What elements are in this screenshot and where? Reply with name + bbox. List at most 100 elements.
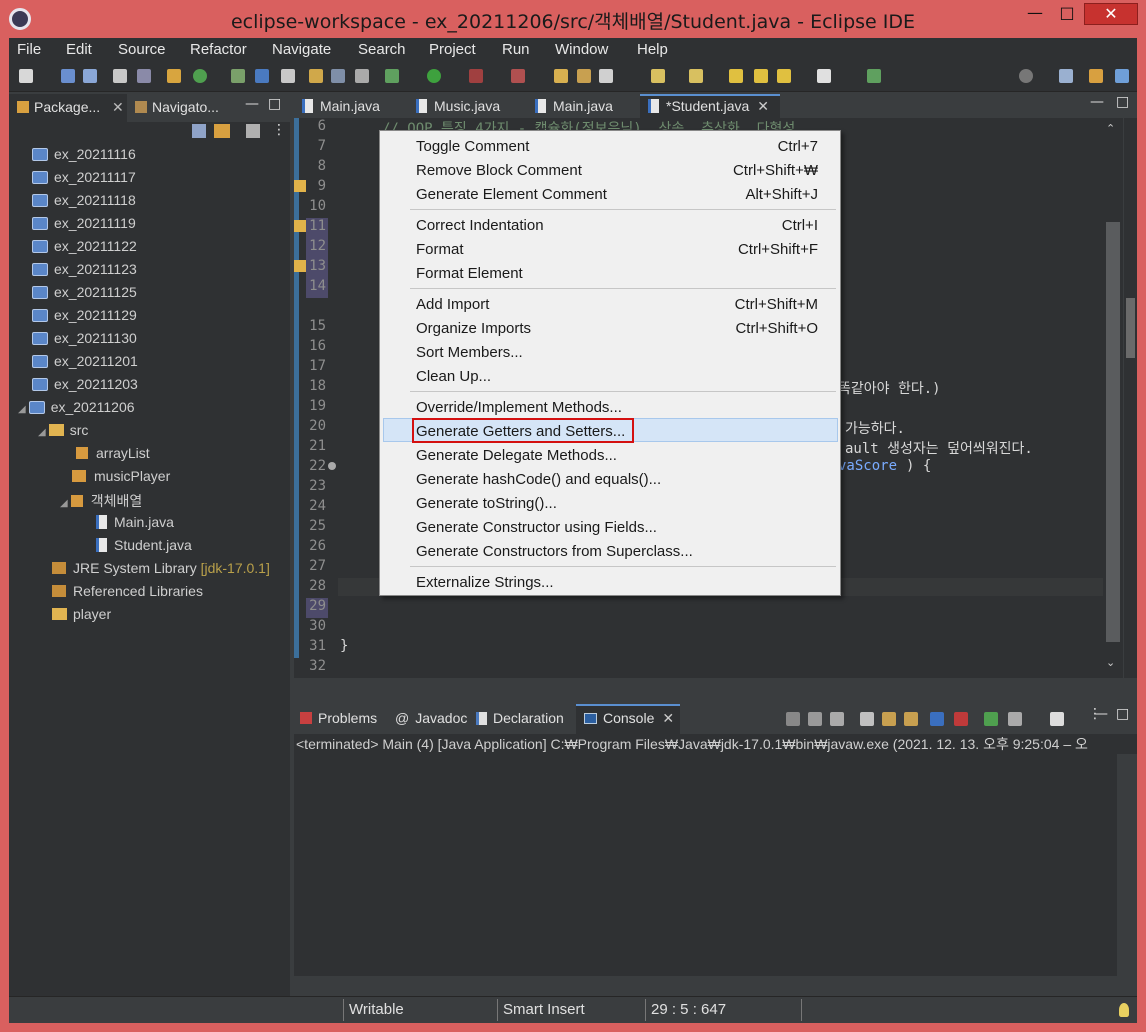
external-tools-icon[interactable] [511,69,525,83]
block-selection-icon[interactable] [331,69,345,83]
search-icon[interactable] [1019,69,1033,83]
menu-item-override-implement[interactable]: Override/Implement Methods... [416,399,622,416]
menu-item-generate-delegate-methods[interactable]: Generate Delegate Methods... [416,447,617,464]
menu-item-correct-indentation[interactable]: Correct Indentation [416,217,544,234]
build-icon[interactable] [309,69,323,83]
tab-student-java[interactable]: *Student.java ✕ [648,98,769,115]
tree-item-project-expanded[interactable]: ◢ ex_20211206 [18,399,135,415]
forward-edit-icon[interactable] [754,69,768,83]
tree-item-file[interactable]: Main.java [96,514,174,530]
last-edit-icon[interactable] [729,69,743,83]
tree-item-package[interactable]: arrayList [76,445,150,461]
toggle-mark-icon[interactable] [255,69,269,83]
debug-perspective-icon[interactable] [1115,69,1129,83]
terminal-icon[interactable] [113,69,127,83]
remove-launch-icon[interactable] [808,712,822,726]
pin-console-icon[interactable] [984,712,998,726]
minimize-view-icon[interactable]: — [245,96,259,112]
forward-arrow-icon[interactable] [817,69,831,83]
console-vertical-scrollbar[interactable] [1117,754,1137,996]
java-perspective-icon[interactable] [1089,69,1103,83]
menu-item-externalize-strings[interactable]: Externalize Strings... [416,574,554,591]
menu-item-generate-constructor-fields[interactable]: Generate Constructor using Fields... [416,519,657,536]
open-type-icon[interactable] [231,69,245,83]
previous-annotation-icon[interactable] [689,69,703,83]
run-coverage-icon[interactable] [469,69,483,83]
tree-item-file[interactable]: Student.java [96,537,192,553]
back-arrow-icon[interactable] [777,69,791,83]
menu-file[interactable]: File [17,41,41,58]
next-annotation-icon[interactable] [651,69,665,83]
tree-item-project[interactable]: ex_20211119 [32,215,136,231]
menu-item-generate-hashcode-equals[interactable]: Generate hashCode() and equals()... [416,471,661,488]
menu-navigate[interactable]: Navigate [272,41,331,58]
editor-horizontal-scrollbar[interactable] [338,678,1103,694]
menu-item-generate-constructors-superclass[interactable]: Generate Constructors from Superclass... [416,543,693,560]
console-output[interactable] [294,754,1137,996]
tree-item-project[interactable]: ex_20211125 [32,284,137,300]
maximize-view-icon[interactable]: □ [1116,706,1129,722]
tree-item-jre[interactable]: JRE System Library [jdk-17.0.1] [52,560,270,576]
scroll-lock-icon[interactable] [882,712,896,726]
run-icon[interactable] [427,69,441,83]
menu-project[interactable]: Project [429,41,476,58]
minimize-button[interactable]: — [1020,3,1050,25]
menu-item-format-element[interactable]: Format Element [416,265,523,282]
menu-item-generate-element-comment[interactable]: Generate Element Comment [416,186,607,203]
show-whitespace-icon[interactable] [281,69,295,83]
menu-window[interactable]: Window [555,41,608,58]
tab-navigator[interactable]: Navigato... [135,99,219,115]
terminate-icon[interactable] [786,712,800,726]
close-tab-icon[interactable]: ✕ [112,99,124,115]
display-console-icon[interactable] [1008,712,1022,726]
expand-arrow-icon[interactable]: ◢ [60,498,68,509]
menu-item-toggle-comment[interactable]: Toggle Comment [416,138,529,155]
maximize-view-icon[interactable]: □ [268,96,281,112]
scroll-up-icon[interactable]: ⌃ [1106,122,1115,135]
tip-lightbulb-icon[interactable] [1119,1003,1129,1017]
pilcrow-icon[interactable] [355,69,369,83]
tab-console[interactable]: Console ✕ [584,710,674,727]
minimize-editor-icon[interactable]: — [1090,94,1104,110]
menu-run[interactable]: Run [502,41,530,58]
close-tab-icon[interactable]: ✕ [757,98,769,114]
menu-help[interactable]: Help [637,41,668,58]
menu-refactor[interactable]: Refactor [190,41,247,58]
clear-console-icon[interactable] [860,712,874,726]
menu-item-clean-up[interactable]: Clean Up... [416,368,491,385]
new-icon[interactable] [19,69,33,83]
menu-item-format[interactable]: Format [416,241,464,258]
minimize-view-icon[interactable]: — [1094,706,1108,722]
show-stdout-icon[interactable] [930,712,944,726]
tree-item-src[interactable]: ◢ src [38,422,88,438]
show-stderr-icon[interactable] [954,712,968,726]
tree-item-project[interactable]: ex_20211122 [32,238,137,254]
tab-javadoc[interactable]: @ Javadoc [395,710,467,726]
tab-package-explorer[interactable]: Package... ✕ [17,99,124,116]
menu-item-remove-block-comment[interactable]: Remove Block Comment [416,162,582,179]
tree-item-package-expanded[interactable]: ◢ 객체배열 [60,491,142,511]
scroll-thumb[interactable] [1106,222,1120,642]
menu-item-add-import[interactable]: Add Import [416,296,489,313]
collapse-all-icon[interactable] [192,124,206,138]
skip-breakpoints-icon[interactable] [137,69,151,83]
open-folder-icon[interactable] [554,69,568,83]
menu-search[interactable]: Search [358,41,406,58]
tab-declaration[interactable]: Declaration [476,710,564,726]
tree-item-project[interactable]: ex_20211129 [32,307,137,323]
console-horizontal-scrollbar[interactable] [294,976,1117,996]
warning-icon[interactable] [294,260,306,272]
open-console-icon[interactable] [1050,712,1064,726]
scroll-down-icon[interactable]: ⌄ [1106,656,1115,669]
tab-main-java[interactable]: Main.java [302,98,380,114]
maximize-editor-icon[interactable]: □ [1116,94,1129,110]
menu-item-generate-tostring[interactable]: Generate toString()... [416,495,557,512]
menu-edit[interactable]: Edit [66,41,92,58]
tree-item-project[interactable]: ex_20211116 [32,146,136,162]
save-icon[interactable] [61,69,75,83]
tree-item-project[interactable]: ex_20211201 [32,353,138,369]
word-wrap-icon[interactable] [904,712,918,726]
new-class-icon[interactable] [193,69,207,83]
link-with-editor-icon[interactable] [214,124,230,138]
pen-icon[interactable] [599,69,613,83]
